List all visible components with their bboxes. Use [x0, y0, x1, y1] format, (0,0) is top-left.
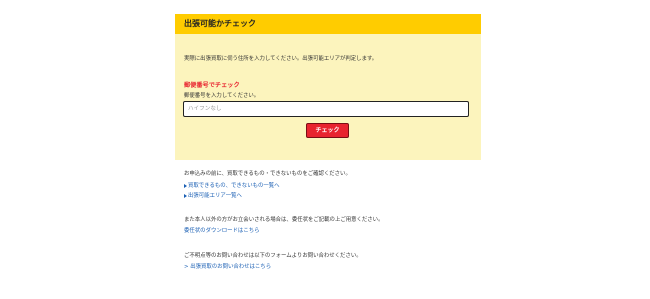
inquiry-text: ご不明点等のお問い合わせは以下のフォームよりお問い合わせください。	[184, 253, 362, 259]
panel-title: 出張可能かチェック	[175, 14, 481, 34]
proxy-link-row[interactable]: 委任状のダウンロードはこちら	[184, 226, 259, 234]
link-area-row[interactable]: 出張可能エリア一覧へ	[184, 191, 242, 199]
link-items-row[interactable]: 買取できるもの、できないもの一覧へ	[184, 181, 280, 189]
notice-text: 実際に出張買取に伺う住所を入力してください。出張可能エリアが判定します。	[184, 56, 378, 62]
triangle-bullet-icon	[184, 193, 187, 198]
check-button[interactable]: チェック	[306, 123, 349, 138]
triangle-bullet-icon	[184, 183, 187, 188]
proxy-text: また本人以外の方がお立会いされる場合は、委任状をご記載の上ご用意ください。	[184, 217, 384, 223]
zip-instruction: 郵便番号を入力してください。	[184, 93, 260, 99]
confirm-text: お申込みの前に、買取できるもの・できないものをご確認ください。	[184, 171, 351, 177]
items-list-link[interactable]: 買取できるもの、できないもの一覧へ	[188, 183, 280, 189]
inquiry-link-row[interactable]: > 出張買取のお問い合わせはこちら	[184, 262, 271, 270]
inquiry-form-link[interactable]: > 出張買取のお問い合わせはこちら	[184, 264, 271, 270]
area-list-link[interactable]: 出張可能エリア一覧へ	[188, 193, 242, 199]
area-check-panel: 出張可能かチェック 実際に出張買取に伺う住所を入力してください。出張可能エリアが…	[175, 14, 481, 160]
zip-code-input[interactable]	[183, 101, 469, 117]
zip-check-heading: 郵便番号でチェック	[184, 82, 240, 89]
proxy-download-link[interactable]: 委任状のダウンロードはこちら	[184, 228, 259, 234]
